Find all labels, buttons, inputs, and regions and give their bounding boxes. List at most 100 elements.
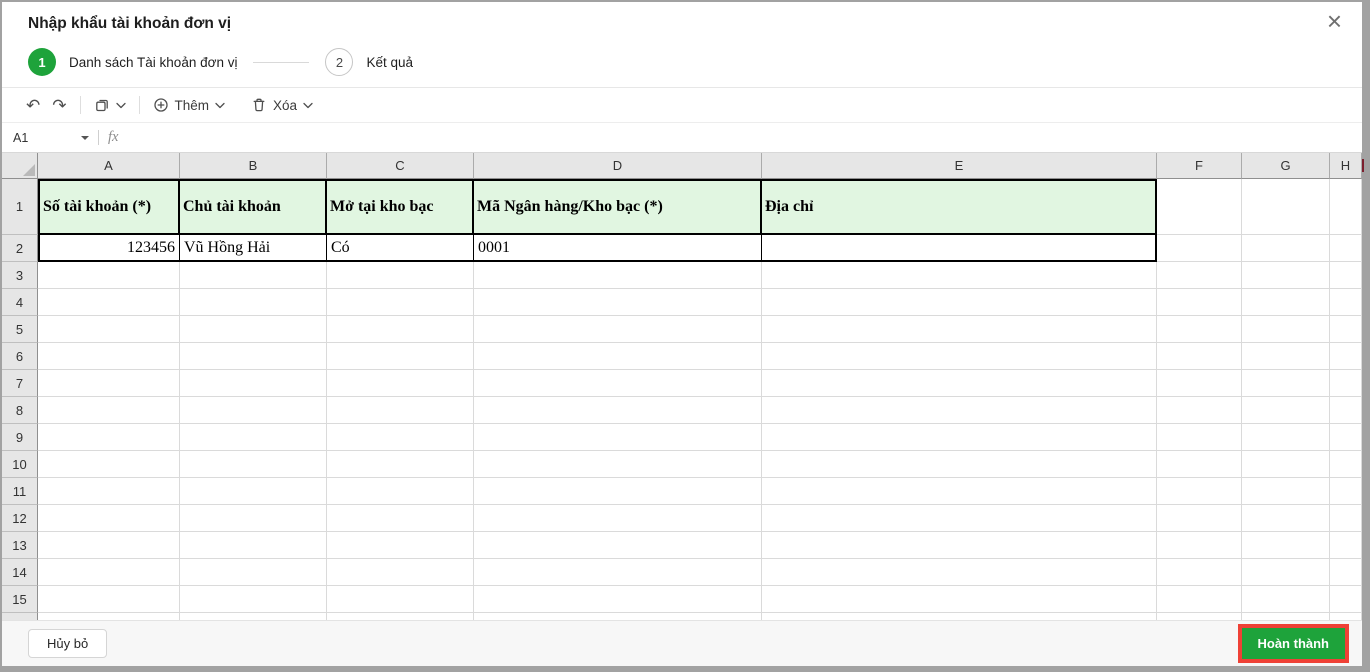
cell-G13[interactable] — [1242, 532, 1330, 559]
cell-A6[interactable] — [38, 343, 180, 370]
cell-E7[interactable] — [762, 370, 1157, 397]
cell-F14[interactable] — [1157, 559, 1242, 586]
cell-B7[interactable] — [180, 370, 327, 397]
cell-B13[interactable] — [180, 532, 327, 559]
cell-B11[interactable] — [180, 478, 327, 505]
row-header-11[interactable]: 11 — [2, 478, 38, 505]
cell-G10[interactable] — [1242, 451, 1330, 478]
cell-F4[interactable] — [1157, 289, 1242, 316]
cell-B8[interactable] — [180, 397, 327, 424]
cell-H11[interactable] — [1330, 478, 1362, 505]
cell-G7[interactable] — [1242, 370, 1330, 397]
cell-G5[interactable] — [1242, 316, 1330, 343]
cell-F16[interactable] — [1157, 613, 1242, 620]
cell-G11[interactable] — [1242, 478, 1330, 505]
cell-E13[interactable] — [762, 532, 1157, 559]
row-header-8[interactable]: 8 — [2, 397, 38, 424]
cell-E5[interactable] — [762, 316, 1157, 343]
cell-B4[interactable] — [180, 289, 327, 316]
column-header-F[interactable]: F — [1157, 153, 1242, 179]
cell-A5[interactable] — [38, 316, 180, 343]
cell-A11[interactable] — [38, 478, 180, 505]
cell-B10[interactable] — [180, 451, 327, 478]
cell-G3[interactable] — [1242, 262, 1330, 289]
cell-D16[interactable] — [474, 613, 762, 620]
cell-H1[interactable] — [1330, 179, 1362, 235]
row-header-12[interactable]: 12 — [2, 505, 38, 532]
cell-C14[interactable] — [327, 559, 474, 586]
cancel-button[interactable]: Hủy bỏ — [28, 629, 107, 658]
cell-E1[interactable]: Địa chỉ — [762, 179, 1157, 235]
cell-H8[interactable] — [1330, 397, 1362, 424]
cell-F12[interactable] — [1157, 505, 1242, 532]
cell-A13[interactable] — [38, 532, 180, 559]
cell-D9[interactable] — [474, 424, 762, 451]
cell-D1[interactable]: Mã Ngân hàng/Kho bạc (*) — [474, 179, 762, 235]
row-header-5[interactable]: 5 — [2, 316, 38, 343]
cell-F6[interactable] — [1157, 343, 1242, 370]
cell-F9[interactable] — [1157, 424, 1242, 451]
cell-A10[interactable] — [38, 451, 180, 478]
cell-H6[interactable] — [1330, 343, 1362, 370]
cell-C1[interactable]: Mở tại kho bạc — [327, 179, 474, 235]
delete-button[interactable]: Xóa — [245, 93, 319, 117]
cell-B3[interactable] — [180, 262, 327, 289]
cell-E11[interactable] — [762, 478, 1157, 505]
cell-F15[interactable] — [1157, 586, 1242, 613]
cell-G2[interactable] — [1242, 235, 1330, 262]
cell-H13[interactable] — [1330, 532, 1362, 559]
cell-C6[interactable] — [327, 343, 474, 370]
cell-D15[interactable] — [474, 586, 762, 613]
cell-G15[interactable] — [1242, 586, 1330, 613]
cell-H16[interactable] — [1330, 613, 1362, 620]
cell-H12[interactable] — [1330, 505, 1362, 532]
cell-G9[interactable] — [1242, 424, 1330, 451]
cell-E3[interactable] — [762, 262, 1157, 289]
cell-D7[interactable] — [474, 370, 762, 397]
row-header-10[interactable]: 10 — [2, 451, 38, 478]
cell-D12[interactable] — [474, 505, 762, 532]
column-header-E[interactable]: E — [762, 153, 1157, 179]
cell-G12[interactable] — [1242, 505, 1330, 532]
cell-H14[interactable] — [1330, 559, 1362, 586]
cell-G6[interactable] — [1242, 343, 1330, 370]
cell-F1[interactable] — [1157, 179, 1242, 235]
cell-D4[interactable] — [474, 289, 762, 316]
cell-F11[interactable] — [1157, 478, 1242, 505]
cell-H4[interactable] — [1330, 289, 1362, 316]
cell-C4[interactable] — [327, 289, 474, 316]
copy-button[interactable] — [88, 93, 132, 117]
cell-C12[interactable] — [327, 505, 474, 532]
cell-C11[interactable] — [327, 478, 474, 505]
cell-H9[interactable] — [1330, 424, 1362, 451]
cell-C7[interactable] — [327, 370, 474, 397]
cell-H7[interactable] — [1330, 370, 1362, 397]
cell-G1[interactable] — [1242, 179, 1330, 235]
cell-A16[interactable] — [38, 613, 180, 620]
cell-E6[interactable] — [762, 343, 1157, 370]
cell-G8[interactable] — [1242, 397, 1330, 424]
column-header-D[interactable]: D — [474, 153, 762, 179]
cell-C16[interactable] — [327, 613, 474, 620]
cell-B6[interactable] — [180, 343, 327, 370]
cell-D8[interactable] — [474, 397, 762, 424]
cell-D6[interactable] — [474, 343, 762, 370]
cell-B15[interactable] — [180, 586, 327, 613]
row-header-4[interactable]: 4 — [2, 289, 38, 316]
cell-A9[interactable] — [38, 424, 180, 451]
column-header-C[interactable]: C — [327, 153, 474, 179]
cell-A2[interactable]: 123456 — [38, 235, 180, 262]
cell-F13[interactable] — [1157, 532, 1242, 559]
cell-D13[interactable] — [474, 532, 762, 559]
cell-B5[interactable] — [180, 316, 327, 343]
cell-name-box[interactable]: A1 — [2, 131, 98, 145]
close-icon[interactable]: × — [1327, 6, 1342, 37]
row-header-15[interactable]: 15 — [2, 586, 38, 613]
row-header-13[interactable]: 13 — [2, 532, 38, 559]
cell-A1[interactable]: Số tài khoản (*) — [38, 179, 180, 235]
cell-A7[interactable] — [38, 370, 180, 397]
cell-F5[interactable] — [1157, 316, 1242, 343]
cell-C5[interactable] — [327, 316, 474, 343]
cell-C10[interactable] — [327, 451, 474, 478]
cell-H10[interactable] — [1330, 451, 1362, 478]
